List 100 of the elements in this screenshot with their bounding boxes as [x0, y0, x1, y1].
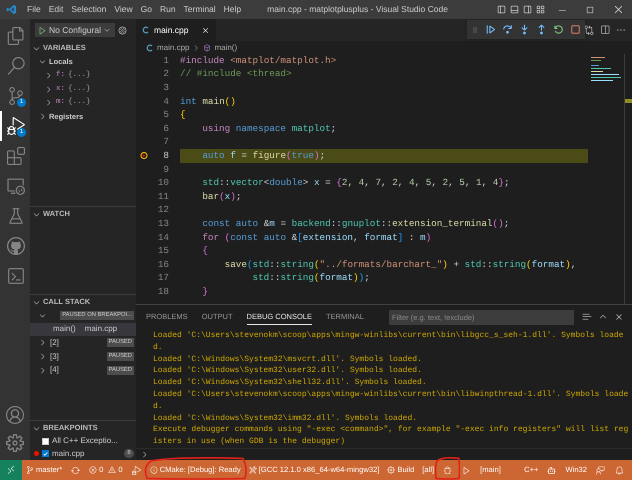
app-logo	[6, 4, 17, 15]
list-icon[interactable]	[582, 312, 592, 322]
remote-icon	[6, 465, 16, 475]
thread-label[interactable]: [2]	[50, 336, 59, 349]
console-line: Loaded 'C:\Windows\System32\user32.dll'. Symbols loaded.	[153, 365, 423, 378]
code-line: {	[201, 244, 208, 258]
console-line: Loaded 'C:\Users\stevenokm\scoop\apps\mingw-winlibs\current\bin\libwinpthread-1.dll'. Symbols loade	[153, 388, 630, 401]
menu-item[interactable]: Selection	[67, 3, 110, 16]
console-line: d.	[153, 342, 164, 354]
code-line: const auto &m = backend::gnuplot::extension_terminal();	[201, 216, 510, 231]
step-into-icon[interactable]	[519, 24, 530, 35]
line-number: 14	[156, 230, 169, 244]
code-line: int main()	[180, 94, 236, 109]
run-debug-icon[interactable]	[7, 117, 25, 135]
menu-item[interactable]: View	[110, 3, 137, 16]
debug-launch-icon[interactable]	[132, 466, 141, 474]
source-control-icon[interactable]	[7, 87, 25, 105]
panel-layout-icon[interactable]	[510, 5, 519, 14]
configuration-dropdown[interactable]: No Configural	[35, 23, 115, 37]
info-icon	[150, 466, 158, 474]
remote-button[interactable]	[0, 460, 22, 480]
compare-icon[interactable]	[584, 25, 594, 35]
step-over-icon[interactable]	[502, 24, 513, 35]
close-icon[interactable]	[614, 312, 624, 322]
line-number: 15	[156, 244, 169, 258]
monitor-icon[interactable]	[7, 177, 25, 195]
console-line: Loaded 'C:\Windows\System32\msvcrt.dll'. Symbols loaded.	[153, 354, 423, 366]
close-icon[interactable]	[200, 26, 210, 34]
menu-item[interactable]: Run	[156, 3, 180, 16]
sidebar-layout-icon[interactable]	[523, 5, 532, 14]
line-number: 1	[162, 54, 169, 68]
cpp-file-icon	[146, 44, 154, 52]
settings-icon[interactable]	[6, 434, 24, 452]
line-number: 9	[162, 162, 169, 177]
code-line: bar(x);	[201, 190, 242, 204]
beaker-icon[interactable]	[7, 207, 25, 225]
breakpoint-label[interactable]: All C++ Exceptio...	[52, 435, 118, 448]
editor-tab[interactable]: main.cpp	[136, 19, 216, 41]
code-line: using namespace matplot;	[201, 122, 336, 136]
search-icon[interactable]	[7, 57, 25, 75]
files-icon[interactable]	[7, 27, 25, 45]
stop-icon[interactable]	[570, 24, 581, 35]
robot-icon[interactable]	[547, 466, 556, 474]
restart-icon[interactable]	[553, 24, 564, 35]
line-number: 13	[156, 216, 169, 231]
github-icon[interactable]	[7, 237, 25, 255]
drag-handle-icon[interactable]	[471, 26, 479, 34]
branch-icon	[26, 466, 34, 474]
code-line: std::string(format));	[252, 271, 370, 286]
line-number: 8	[162, 148, 169, 163]
menu-item[interactable]: Terminal	[180, 3, 220, 16]
feedback-icon[interactable]	[596, 466, 605, 474]
play-icon	[38, 26, 47, 34]
console-line: Loaded 'C:\Windows\System32\imm32.dll'. Symbols loaded.	[153, 412, 418, 424]
code-line: std::vector<double> x = {2, 4, 7, 2, 4, 5, 2, 5, 1, 4};	[201, 176, 510, 190]
console-line: Loaded 'C:\Windows\System32\shell32.dll'. Symbols loaded.	[153, 377, 428, 389]
checkbox[interactable]	[42, 450, 49, 458]
menu-item[interactable]: File	[23, 3, 45, 16]
code-line: }	[201, 284, 208, 299]
stack-frame[interactable]: main() main.cpp	[30, 322, 136, 336]
sidebar-layout-icon[interactable]	[497, 5, 506, 14]
sync-icon[interactable]	[71, 466, 80, 474]
line-number: 2	[162, 67, 169, 82]
line-number: 6	[162, 122, 169, 136]
thread-label[interactable]: [4]	[50, 364, 59, 376]
maximize-icon[interactable]	[585, 4, 595, 14]
menu-item[interactable]: Help	[220, 3, 246, 16]
console-line: Loaded 'C:\Users\stevenokm\scoop\apps\mingw-winlibs\current\bin\libgcc_s_seh-1.dll'. Symbols loade	[153, 330, 624, 342]
menu-item[interactable]: Edit	[44, 3, 68, 16]
extensions-icon[interactable]	[7, 147, 25, 165]
chevron-down-icon	[102, 26, 111, 34]
line-number: 5	[162, 108, 169, 122]
line-number: 3	[162, 81, 169, 95]
code-line: for (const auto &[extension, format] : m)	[201, 230, 432, 244]
scrollbar[interactable]	[624, 54, 632, 304]
thread-label[interactable]: [3]	[50, 350, 59, 363]
close-icon[interactable]	[613, 4, 624, 15]
play-icon[interactable]	[462, 466, 472, 474]
console-line: isters in use (when GDB is the debugger)	[153, 436, 346, 448]
breadcrumb[interactable]: main()	[214, 42, 238, 54]
code-line: #include <matplot/matplot.h>	[180, 54, 336, 68]
terminal-icon[interactable]	[7, 267, 25, 285]
account-icon[interactable]	[6, 406, 24, 424]
bell-icon[interactable]	[615, 466, 624, 474]
split-editor-icon[interactable]	[600, 25, 610, 35]
code-line: {	[180, 108, 186, 122]
menu-item[interactable]: Go	[136, 3, 156, 16]
breadcrumb[interactable]: main.cpp	[157, 42, 190, 54]
code-line: save(std::string("../formats/barchart_") + std::string(format),	[224, 258, 576, 272]
step-out-icon[interactable]	[536, 24, 547, 35]
gear-icon[interactable]	[118, 26, 127, 34]
continue-icon[interactable]	[485, 24, 496, 35]
line-number: 18	[156, 284, 169, 299]
checkbox[interactable]	[42, 438, 49, 445]
line-number: 11	[156, 190, 169, 204]
layout-icon[interactable]	[536, 5, 545, 14]
bug-icon[interactable]	[443, 466, 452, 474]
line-number: 4	[162, 94, 169, 109]
error-icon	[89, 466, 98, 474]
breakpoint-label[interactable]: main.cpp	[52, 448, 84, 460]
